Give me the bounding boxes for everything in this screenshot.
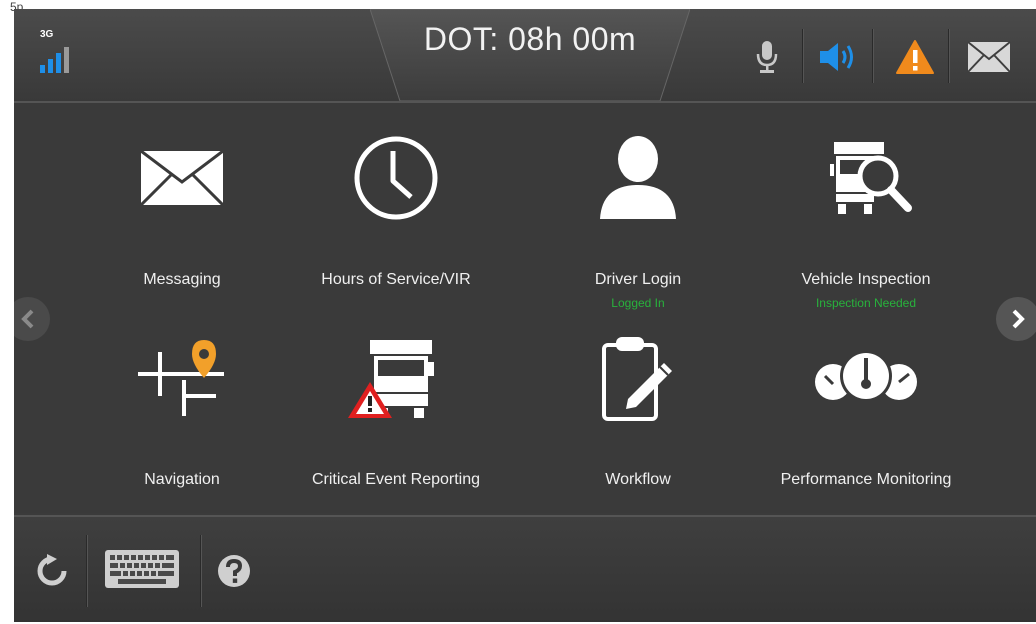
next-page-button[interactable] xyxy=(996,297,1036,341)
dot-hours-tab[interactable]: DOT: 08h 00m xyxy=(370,9,690,101)
app-label: Navigation xyxy=(144,471,220,488)
previous-page-button[interactable] xyxy=(14,297,50,341)
app-tile-driver-login[interactable]: Driver Login Logged In xyxy=(538,113,738,310)
divider xyxy=(200,535,202,607)
dot-hours-label: DOT: 08h 00m xyxy=(423,21,637,57)
app-tile-performance-monitoring[interactable]: Performance Monitoring xyxy=(766,313,966,493)
keyboard-button[interactable] xyxy=(102,547,182,591)
divider xyxy=(948,29,950,83)
signal-bar xyxy=(48,59,53,73)
app-label: Messaging xyxy=(143,271,221,288)
envelope-icon xyxy=(140,150,224,206)
icon-container xyxy=(296,313,496,443)
microphone-button[interactable] xyxy=(742,35,792,79)
gauges-icon xyxy=(815,350,917,402)
divider xyxy=(802,29,804,83)
clipboard-icon xyxy=(602,337,672,421)
app-tile-hours-of-service[interactable]: Hours of Service/VIR xyxy=(296,113,496,293)
icon-container xyxy=(82,313,282,443)
speaker-icon xyxy=(820,43,853,71)
app-tile-critical-event-reporting[interactable]: Critical Event Reporting xyxy=(296,313,496,493)
app-label: Driver Login xyxy=(594,271,682,288)
help-button[interactable] xyxy=(214,551,254,591)
app-label: Critical Event Reporting xyxy=(311,471,481,488)
truck-inspection-icon xyxy=(830,142,912,214)
refresh-icon xyxy=(37,554,67,586)
app-tile-vehicle-inspection[interactable]: Vehicle Inspection Inspection Needed xyxy=(766,113,966,310)
top-bar: 3G DOT: 08h 00m xyxy=(14,9,1036,103)
app-status: Inspection Needed xyxy=(815,296,917,310)
clock-icon xyxy=(354,136,438,220)
icon-container xyxy=(766,313,966,443)
app-label: Performance Monitoring xyxy=(780,471,952,488)
map-pin-icon xyxy=(138,340,224,416)
network-type-label: 3G xyxy=(40,29,54,40)
app-tile-navigation[interactable]: Navigation xyxy=(82,313,282,493)
chevron-left-icon xyxy=(21,309,34,329)
app-label: Vehicle Inspection xyxy=(801,271,931,288)
app-tile-messaging[interactable]: Messaging xyxy=(82,113,282,293)
microphone-icon xyxy=(756,41,778,73)
refresh-button[interactable] xyxy=(32,551,72,591)
mail-button[interactable] xyxy=(964,35,1014,79)
app-launcher: Messaging Hours of Service/VIR Driver Lo… xyxy=(14,103,1036,608)
signal-bar xyxy=(40,65,45,73)
warning-icon xyxy=(896,40,934,74)
icon-container xyxy=(538,113,738,243)
divider xyxy=(86,535,88,607)
app-label: Hours of Service/VIR xyxy=(321,271,471,288)
icon-container xyxy=(296,113,496,243)
signal-bar xyxy=(64,47,69,73)
device-screen: 3G DOT: 08h 00m Messaging Hours of Servi… xyxy=(14,9,1036,622)
icon-container xyxy=(82,113,282,243)
chevron-right-icon xyxy=(1012,309,1025,329)
alerts-button[interactable] xyxy=(890,35,940,79)
divider xyxy=(872,29,874,83)
bottom-bar xyxy=(14,515,1036,622)
volume-button[interactable] xyxy=(814,35,864,79)
app-label: Workflow xyxy=(605,471,671,488)
app-status: Logged In xyxy=(611,296,665,310)
signal-strength-indicator: 3G xyxy=(38,29,88,81)
signal-bar xyxy=(56,53,61,73)
mail-icon xyxy=(967,41,1011,73)
keyboard-icon xyxy=(105,550,179,588)
app-tile-workflow[interactable]: Workflow xyxy=(538,313,738,493)
help-icon xyxy=(218,555,250,587)
user-icon xyxy=(600,136,676,219)
icon-container xyxy=(538,313,738,443)
icon-container xyxy=(766,113,966,243)
truck-warning-icon xyxy=(348,340,434,418)
